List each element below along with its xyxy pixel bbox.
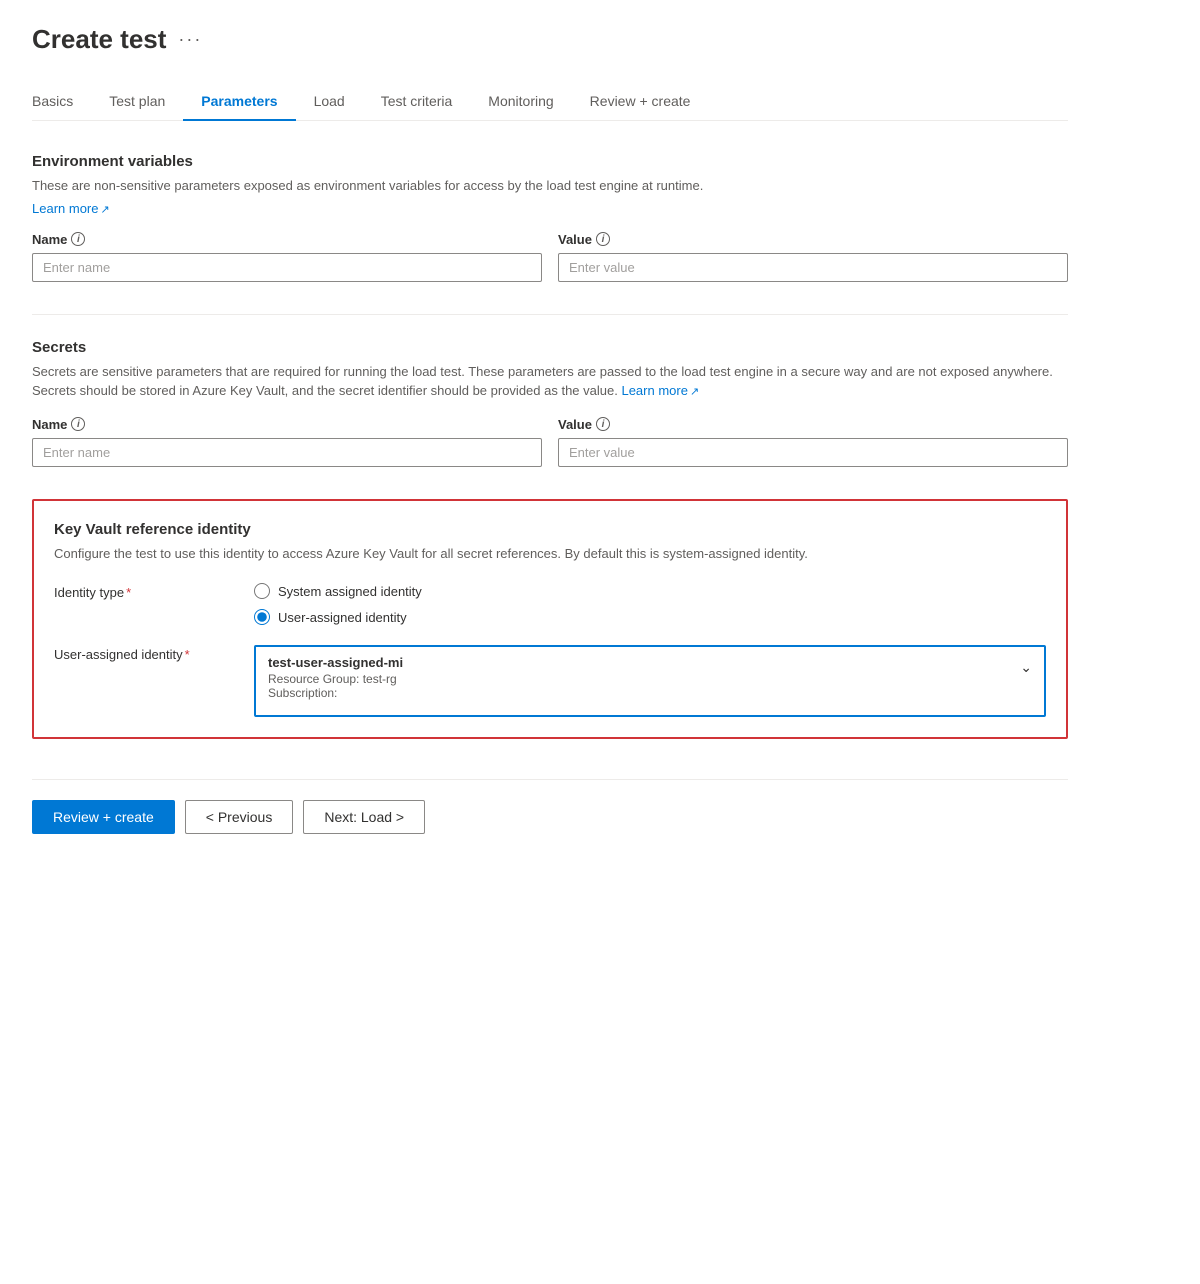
radio-system-assigned-input[interactable]: [254, 583, 270, 599]
radio-user-assigned[interactable]: User-assigned identity: [254, 609, 1046, 625]
ua-dropdown-content: test-user-assigned-mi Resource Group: te…: [268, 655, 1020, 700]
tab-monitoring[interactable]: Monitoring: [470, 83, 571, 121]
user-assigned-dropdown-col: test-user-assigned-mi Resource Group: te…: [254, 645, 1046, 717]
env-name-col: Name i: [32, 232, 542, 282]
secrets-learn-more[interactable]: Learn more↗: [621, 383, 699, 398]
identity-type-label-col: Identity type*: [54, 583, 254, 600]
secrets-external-link-icon: ↗: [690, 386, 699, 398]
secrets-value-input[interactable]: [558, 438, 1068, 467]
secrets-value-label: Value i: [558, 417, 1068, 432]
env-variables-title: Environment variables: [32, 153, 1068, 170]
user-assigned-label-col: User-assigned identity*: [54, 645, 254, 662]
env-value-label: Value i: [558, 232, 1068, 247]
keyvault-desc: Configure the test to use this identity …: [54, 544, 1046, 564]
identity-type-row: Identity type* System assigned identity …: [54, 583, 1046, 625]
env-variables-learn-more[interactable]: Learn more↗: [32, 201, 110, 216]
keyvault-title: Key Vault reference identity: [54, 521, 1046, 538]
review-create-button[interactable]: Review + create: [32, 800, 175, 834]
ua-subscription: Subscription:: [268, 686, 1020, 700]
more-options-icon[interactable]: ···: [178, 29, 202, 50]
tab-test-criteria[interactable]: Test criteria: [363, 83, 471, 121]
secrets-name-label: Name i: [32, 417, 542, 432]
radio-system-assigned[interactable]: System assigned identity: [254, 583, 1046, 599]
identity-type-required: *: [126, 585, 131, 600]
tab-load[interactable]: Load: [296, 83, 363, 121]
secrets-name-info-icon[interactable]: i: [71, 417, 85, 431]
bottom-divider: [32, 779, 1068, 780]
tab-parameters[interactable]: Parameters: [183, 83, 295, 121]
secrets-name-input[interactable]: [32, 438, 542, 467]
user-assigned-row: User-assigned identity* test-user-assign…: [54, 645, 1046, 717]
secrets-section: Secrets Secrets are sensitive parameters…: [32, 339, 1068, 467]
identity-type-label: Identity type: [54, 585, 124, 600]
tab-basics[interactable]: Basics: [32, 83, 91, 121]
identity-options: System assigned identity User-assigned i…: [254, 583, 1046, 625]
env-name-input[interactable]: [32, 253, 542, 282]
ua-resource-group: Resource Group: test-rg: [268, 672, 1020, 686]
user-assigned-label: User-assigned identity: [54, 647, 183, 662]
env-name-info-icon[interactable]: i: [71, 232, 85, 246]
env-value-col: Value i: [558, 232, 1068, 282]
env-name-label: Name i: [32, 232, 542, 247]
tab-test-plan[interactable]: Test plan: [91, 83, 183, 121]
secrets-form: Name i Value i: [32, 417, 1068, 467]
page-title: Create test: [32, 24, 166, 55]
ua-identity-name: test-user-assigned-mi: [268, 655, 1020, 670]
divider-1: [32, 314, 1068, 315]
chevron-down-icon: ⌄: [1020, 659, 1032, 676]
env-value-info-icon[interactable]: i: [596, 232, 610, 246]
radio-user-assigned-input[interactable]: [254, 609, 270, 625]
external-link-icon: ↗: [100, 204, 109, 216]
tabs-nav: Basics Test plan Parameters Load Test cr…: [32, 83, 1068, 121]
secrets-desc: Secrets are sensitive parameters that ar…: [32, 362, 1068, 401]
env-variables-form: Name i Value i: [32, 232, 1068, 282]
env-value-input[interactable]: [558, 253, 1068, 282]
secrets-value-info-icon[interactable]: i: [596, 417, 610, 431]
next-button[interactable]: Next: Load >: [303, 800, 425, 834]
user-assigned-dropdown[interactable]: test-user-assigned-mi Resource Group: te…: [254, 645, 1046, 717]
keyvault-section: Key Vault reference identity Configure t…: [32, 499, 1068, 740]
env-variables-section: Environment variables These are non-sens…: [32, 153, 1068, 282]
secrets-value-col: Value i: [558, 417, 1068, 467]
user-assigned-required: *: [185, 647, 190, 662]
secrets-title: Secrets: [32, 339, 1068, 356]
actions-row: Review + create < Previous Next: Load >: [32, 800, 1068, 834]
radio-user-assigned-label: User-assigned identity: [278, 610, 407, 625]
env-variables-desc: These are non-sensitive parameters expos…: [32, 176, 1068, 196]
secrets-name-col: Name i: [32, 417, 542, 467]
radio-system-assigned-label: System assigned identity: [278, 584, 422, 599]
tab-review-create[interactable]: Review + create: [572, 83, 709, 121]
previous-button[interactable]: < Previous: [185, 800, 294, 834]
